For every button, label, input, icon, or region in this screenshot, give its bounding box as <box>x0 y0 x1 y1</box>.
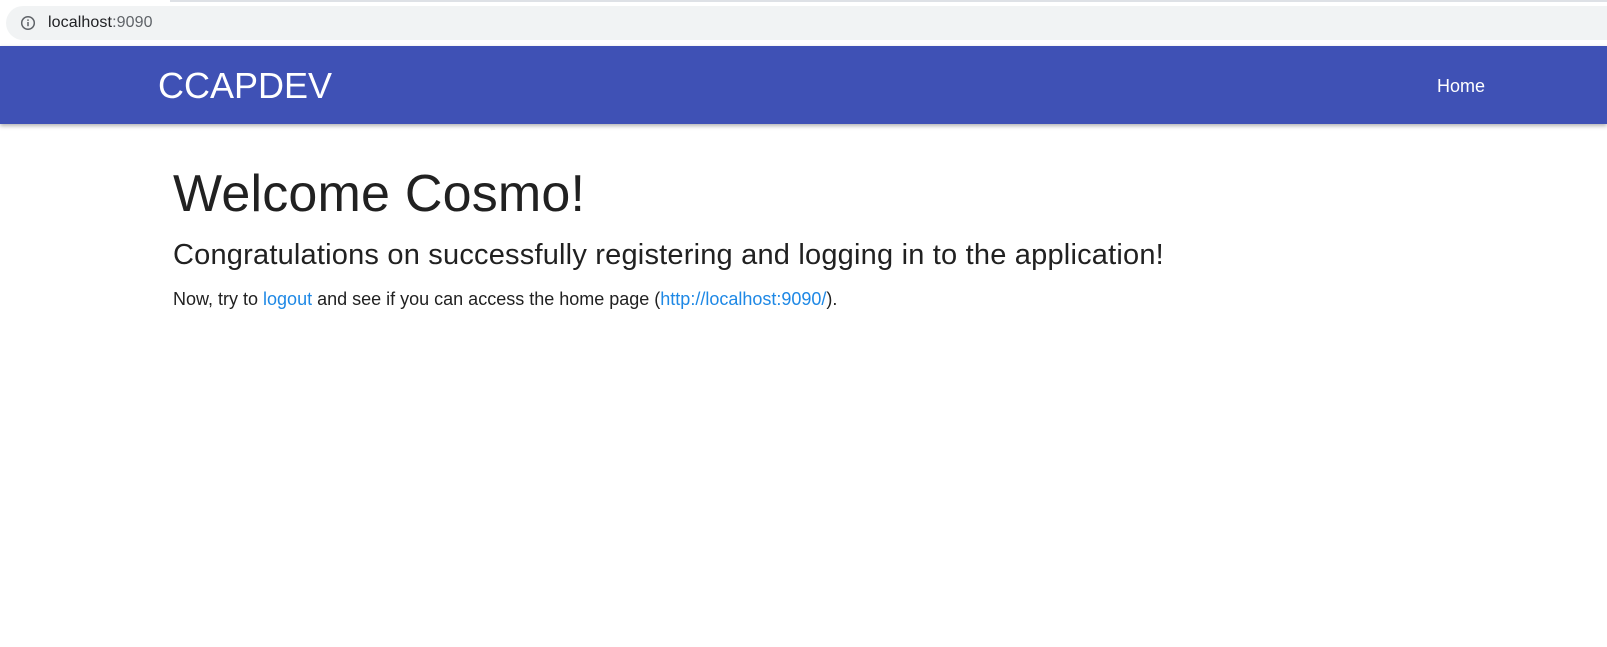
browser-chrome: localhost:9090 <box>0 0 1607 46</box>
tab-strip <box>0 0 1607 2</box>
main-content: Welcome Cosmo! Congratulations on succes… <box>173 160 1164 312</box>
brand-link[interactable]: CCAPDEV <box>158 66 332 106</box>
url-text[interactable]: localhost:9090 <box>48 14 153 32</box>
url-port: :9090 <box>112 14 153 31</box>
info-circle-icon[interactable] <box>20 15 36 31</box>
tab-edge <box>175 0 475 2</box>
paragraph-text-before: Now, try to <box>173 289 264 309</box>
paragraph-text-after: ). <box>826 289 838 309</box>
logout-link[interactable]: logout <box>263 289 312 309</box>
url-host: localhost <box>48 14 113 31</box>
active-tab-edge <box>0 0 170 2</box>
page-title: Welcome Cosmo! <box>173 165 586 223</box>
page-subtitle: Congratulations on successfully register… <box>173 239 1164 271</box>
nav-home-link[interactable]: Home <box>1437 75 1485 97</box>
instruction-paragraph: Now, try to logout and see if you can ac… <box>173 286 1164 312</box>
address-bar[interactable]: localhost:9090 <box>6 6 1607 40</box>
navbar: CCAPDEV Home <box>0 46 1607 124</box>
home-url-link[interactable]: http://localhost:9090/ <box>660 289 826 309</box>
paragraph-text-middle: and see if you can access the home page … <box>312 289 661 309</box>
